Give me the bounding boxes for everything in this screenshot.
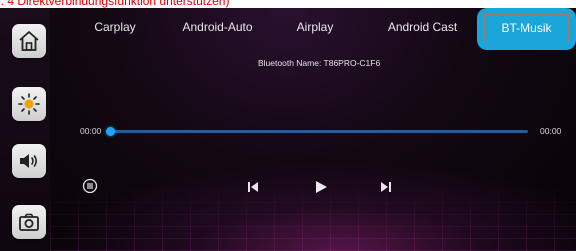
time-current: 00:00 — [80, 126, 102, 136]
progress-track[interactable] — [110, 130, 528, 133]
tab-active-frame: BT-Musik — [484, 14, 569, 42]
tab-bt-musik[interactable]: BT-Musik — [477, 8, 576, 50]
banner-caption: n. 4 Direktverbindungsfunktion unterstüt… — [0, 0, 230, 8]
tab-android-auto[interactable]: Android-Auto — [175, 14, 260, 40]
skip-previous-icon — [248, 182, 258, 192]
play-button[interactable] — [313, 179, 329, 195]
playlist-button[interactable] — [82, 178, 98, 194]
source-tabs: Carplay Android-Auto Airplay Android Cas… — [50, 8, 576, 50]
play-icon — [316, 181, 327, 193]
camera-button[interactable] — [12, 205, 46, 239]
bluetooth-name: Bluetooth Name: T86PRO-C1F6 — [258, 58, 381, 68]
sidebar — [0, 8, 50, 251]
volume-icon — [20, 154, 38, 168]
tab-label: Android Cast — [387, 20, 458, 34]
next-track-button[interactable] — [379, 180, 393, 194]
tab-label: Airplay — [296, 20, 334, 34]
previous-track-button[interactable] — [246, 180, 260, 194]
volume-button[interactable] — [12, 144, 46, 178]
tab-label: Android-Auto — [182, 20, 253, 34]
home-icon — [19, 31, 39, 51]
tab-airplay[interactable]: Airplay — [285, 14, 345, 40]
brightness-button[interactable] — [12, 87, 46, 121]
brightness-icon — [18, 93, 40, 115]
head-unit-screen: Carplay Android-Auto Airplay Android Cas… — [0, 8, 576, 251]
time-total: 00:00 — [540, 126, 562, 136]
tab-android-cast[interactable]: Android Cast — [380, 14, 465, 40]
device-frame: n. 4 Direktverbindungsfunktion unterstüt… — [0, 0, 576, 251]
tab-label: BT-Musik — [501, 21, 552, 35]
home-button[interactable] — [12, 24, 46, 58]
skip-next-icon — [381, 182, 391, 192]
playlist-icon — [82, 178, 98, 194]
banner-text: n. 4 Direktverbindungsfunktion unterstüt… — [0, 0, 576, 8]
camera-icon — [19, 213, 39, 231]
progress-thumb[interactable] — [106, 127, 115, 136]
tab-label: Carplay — [94, 20, 136, 34]
tab-carplay[interactable]: Carplay — [80, 14, 150, 40]
